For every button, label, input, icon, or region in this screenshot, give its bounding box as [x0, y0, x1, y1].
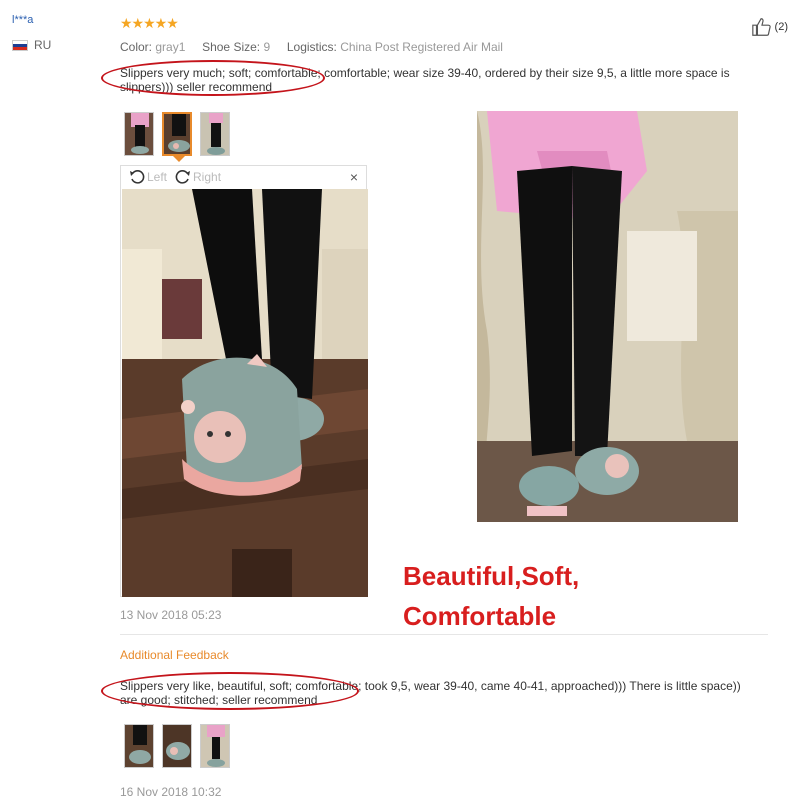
- review-header: ★★★★★: [120, 14, 780, 32]
- review-text: Slippers very much; soft; comfortable; c…: [120, 66, 730, 94]
- promo-line-1: Beautiful,Soft,: [403, 561, 580, 591]
- review-thumbnail[interactable]: [124, 112, 154, 156]
- review-thumbnail-selected[interactable]: [162, 112, 192, 156]
- viewer-photo: [122, 189, 368, 597]
- additional-thumbnails: [124, 724, 230, 768]
- review-thumbnails: [124, 112, 230, 156]
- promo-line-2: Comfortable: [403, 601, 557, 631]
- additional-feedback-text: Slippers very like, beautiful, soft; com…: [120, 679, 741, 707]
- rotate-left-icon: [130, 170, 145, 184]
- additional-thumbnail[interactable]: [124, 724, 154, 768]
- reviewer-country: RU: [12, 38, 102, 52]
- promo-text: Beautiful,Soft, Comfortable: [403, 556, 579, 636]
- rotate-right-label: Right: [193, 170, 222, 184]
- additional-thumbnail[interactable]: [162, 724, 192, 768]
- size-label: Shoe Size:: [202, 40, 261, 54]
- logistics-label: Logistics:: [286, 40, 337, 54]
- country-code: RU: [34, 38, 52, 52]
- additional-feedback-date: 16 Nov 2018 10:32: [120, 785, 222, 799]
- color-value: gray1: [155, 40, 186, 54]
- logistics-value: China Post Registered Air Mail: [340, 40, 503, 54]
- color-label: Color:: [120, 40, 153, 54]
- additional-thumbnail[interactable]: [200, 724, 230, 768]
- helpful-count: (2): [774, 21, 788, 33]
- rotate-left-label: Left: [147, 170, 168, 184]
- russia-flag-icon: [12, 39, 28, 51]
- reviewer-name[interactable]: l***a: [12, 14, 102, 26]
- size-value: 9: [263, 40, 271, 54]
- review-photo-large: [477, 111, 738, 522]
- helpful-button[interactable]: (2): [751, 16, 788, 38]
- rotate-right-icon: [175, 170, 191, 184]
- review-meta: Color: gray1 Shoe Size: 9 Logistics: Chi…: [120, 40, 503, 54]
- selected-thumbnail-indicator: [173, 156, 185, 162]
- thumbs-up-icon: [751, 18, 771, 36]
- section-divider: [120, 634, 768, 635]
- image-viewer: Left Right ×: [120, 165, 368, 597]
- viewer-toolbar: Left Right ×: [121, 166, 366, 188]
- review-thumbnail[interactable]: [200, 112, 230, 156]
- review-date: 13 Nov 2018 05:23: [120, 608, 222, 622]
- rotate-right-button[interactable]: Right: [175, 169, 221, 185]
- rotate-left-button[interactable]: Left: [129, 169, 167, 185]
- star-rating: ★★★★★: [120, 15, 179, 31]
- viewer-close-button[interactable]: ×: [350, 169, 358, 185]
- additional-feedback-title: Additional Feedback: [120, 648, 229, 662]
- reviewer-info: l***a RU: [12, 14, 102, 52]
